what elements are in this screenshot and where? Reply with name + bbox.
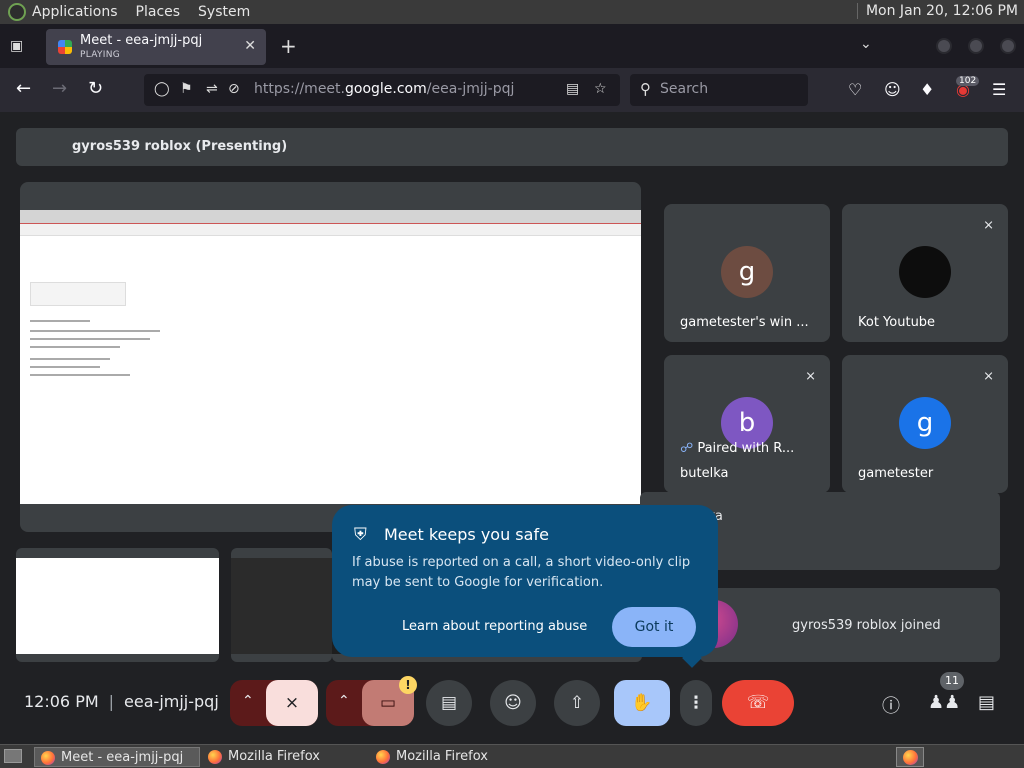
participant-tile[interactable]: ⨯ b ☍ Paired with R... butelka: [664, 355, 830, 493]
new-tab-icon[interactable]: +: [280, 34, 297, 58]
got-it-button[interactable]: Got it: [612, 607, 696, 647]
participant-name: butelka: [680, 466, 729, 481]
presenting-bar: gyros539 roblox (Presenting): [16, 128, 1008, 166]
list-all-tabs-chevron-icon[interactable]: ⌄: [860, 36, 872, 52]
firefox-icon: [41, 751, 55, 765]
captions-button[interactable]: ▤: [426, 680, 472, 726]
pocket-icon[interactable]: ♡: [848, 80, 862, 99]
extension-badge: 102: [956, 76, 980, 86]
taskbar: Meet - eea-jmjj-pqj ... Mozilla Firefox …: [0, 744, 1024, 768]
time-and-code: 12:06 PM | eea-jmjj-pqj: [24, 692, 219, 711]
lock-icon[interactable]: ⚑: [180, 81, 193, 97]
back-arrow-icon[interactable]: ←: [16, 78, 31, 99]
emoji-reactions-button[interactable]: ☺: [490, 680, 536, 726]
menu-applications[interactable]: Applications: [32, 4, 118, 20]
audio-options-chevron-icon[interactable]: ⌃: [242, 693, 254, 709]
meet-controls: 12:06 PM | eea-jmjj-pqj ⌃ ⨯ ⌃ ▭ ▤ ☺ ⇧ ✋ ⋮ …: [0, 676, 1024, 730]
chat-icon[interactable]: ▤: [978, 692, 995, 713]
autoplay-icon[interactable]: ⊘: [228, 81, 240, 97]
search-icon: ⚲: [640, 80, 651, 98]
participant-name: Kot Youtube: [858, 315, 936, 330]
tab-playing-label: PLAYING: [80, 50, 121, 60]
more-options-button[interactable]: ⋮: [680, 680, 712, 726]
video-options-chevron-icon[interactable]: ⌃: [338, 693, 350, 709]
learn-reporting-link[interactable]: Learn about reporting abuse: [402, 619, 587, 634]
participant-name: gametester's win ...: [680, 315, 809, 330]
taskbar-item[interactable]: Mozilla Firefox: [202, 747, 366, 767]
window-close-button[interactable]: [1000, 38, 1016, 54]
mic-off-icon: ⨯: [983, 369, 994, 384]
bookmark-star-icon[interactable]: ☆: [594, 81, 607, 97]
tray-firefox-icon[interactable]: [896, 747, 924, 767]
shield-icon: ⛨: [354, 525, 367, 545]
window-minimize-button[interactable]: [936, 38, 952, 54]
popup-title: Meet keeps you safe: [384, 525, 549, 544]
participant-name: gametester: [858, 466, 934, 481]
participant-tile[interactable]: ⨯ g gametester: [842, 355, 1008, 493]
participant-tile[interactable]: ⨯ Kot Youtube: [842, 204, 1008, 342]
window-maximize-button[interactable]: [968, 38, 984, 54]
mic-off-icon: ⨯: [805, 369, 816, 384]
system-clock[interactable]: Mon Jan 20, 12:06 PM: [856, 3, 1018, 19]
menu-system[interactable]: System: [198, 4, 250, 20]
search-placeholder: Search: [660, 81, 709, 97]
meeting-code: eea-jmjj-pqj: [124, 692, 219, 711]
app-menu-icon[interactable]: ☰: [992, 80, 1006, 99]
audio-controls: ⌃ ⨯: [230, 680, 318, 726]
safety-popup: ⛨ Meet keeps you safe If abuse is report…: [332, 505, 718, 668]
people-icon[interactable]: ♟♟: [928, 692, 960, 713]
firefox-icon: [376, 750, 390, 764]
presentation-thumbnail[interactable]: [16, 548, 219, 662]
permissions-icon[interactable]: ⇌: [206, 81, 218, 97]
link-icon: ☍: [680, 441, 698, 456]
firefox-icon: [208, 750, 222, 764]
reload-icon[interactable]: ↻: [88, 78, 103, 99]
system-top-panel: Applications Places System Mon Jan 20, 1…: [0, 0, 1024, 24]
raise-hand-button[interactable]: ✋: [614, 680, 670, 726]
presenting-label: gyros539 roblox (Presenting): [72, 139, 288, 154]
tab-title: Meet - eea-jmjj-pqj: [80, 33, 203, 48]
meet-favicon-icon: [58, 40, 72, 54]
leave-call-button[interactable]: ☏: [722, 680, 794, 726]
extensions-icon[interactable]: ♦: [920, 80, 934, 99]
avatar: [899, 246, 951, 298]
avatar: g: [721, 246, 773, 298]
url-text[interactable]: https://meet.google.com/eea-jmjj-pqj: [254, 81, 514, 97]
participant-tile[interactable]: g gametester's win ...: [664, 204, 830, 342]
search-box[interactable]: ⚲ Search: [630, 74, 808, 106]
tab-close-icon[interactable]: ✕: [244, 38, 256, 54]
system-logo-icon[interactable]: [8, 3, 26, 21]
shared-screen: [20, 210, 641, 504]
show-desktop-icon[interactable]: [4, 749, 22, 763]
url-bar[interactable]: ◯ ⚑ ⇌ ⊘ https://meet.google.com/eea-jmjj…: [144, 74, 620, 106]
account-icon[interactable]: ☺: [884, 80, 901, 99]
presentation-stage[interactable]: [20, 182, 641, 532]
presentation-thumbnail[interactable]: [231, 548, 332, 662]
mic-off-button[interactable]: ⨯: [266, 680, 318, 726]
browser-tab-bar: ▣ Meet - eea-jmjj-pqj PLAYING ✕ + ⌄: [0, 24, 1024, 68]
paired-label: ☍ Paired with R...: [680, 441, 795, 456]
people-count-badge: 11: [940, 672, 964, 690]
meeting-time: 12:06 PM: [24, 692, 99, 711]
avatar: g: [899, 397, 951, 449]
joined-text: gyros539 roblox joined: [792, 618, 941, 633]
present-screen-button[interactable]: ⇧: [554, 680, 600, 726]
tab-meet[interactable]: Meet - eea-jmjj-pqj PLAYING ✕: [46, 29, 266, 65]
popup-body: If abuse is reported on a call, a short …: [352, 555, 691, 590]
mic-off-icon: ⨯: [983, 218, 994, 233]
forward-arrow-icon[interactable]: →: [52, 78, 67, 99]
taskbar-item[interactable]: Mozilla Firefox: [370, 747, 534, 767]
camera-warning-badge: !: [399, 676, 417, 694]
browser-nav-bar: ← → ↻ ◯ ⚑ ⇌ ⊘ https://meet.google.com/ee…: [0, 68, 1024, 112]
menu-places[interactable]: Places: [136, 4, 181, 20]
tracking-shield-icon[interactable]: ◯: [154, 81, 170, 97]
meet-content: gyros539 roblox (Presenting) g gameteste…: [0, 112, 1024, 744]
meeting-details-icon[interactable]: ⓘ: [882, 692, 900, 718]
joined-toast: gyros539 roblox joined: [690, 588, 1000, 662]
reader-view-icon[interactable]: ▤: [566, 81, 579, 97]
tab-list-icon[interactable]: ▣: [10, 38, 28, 54]
taskbar-item[interactable]: Meet - eea-jmjj-pqj ...: [34, 747, 200, 767]
